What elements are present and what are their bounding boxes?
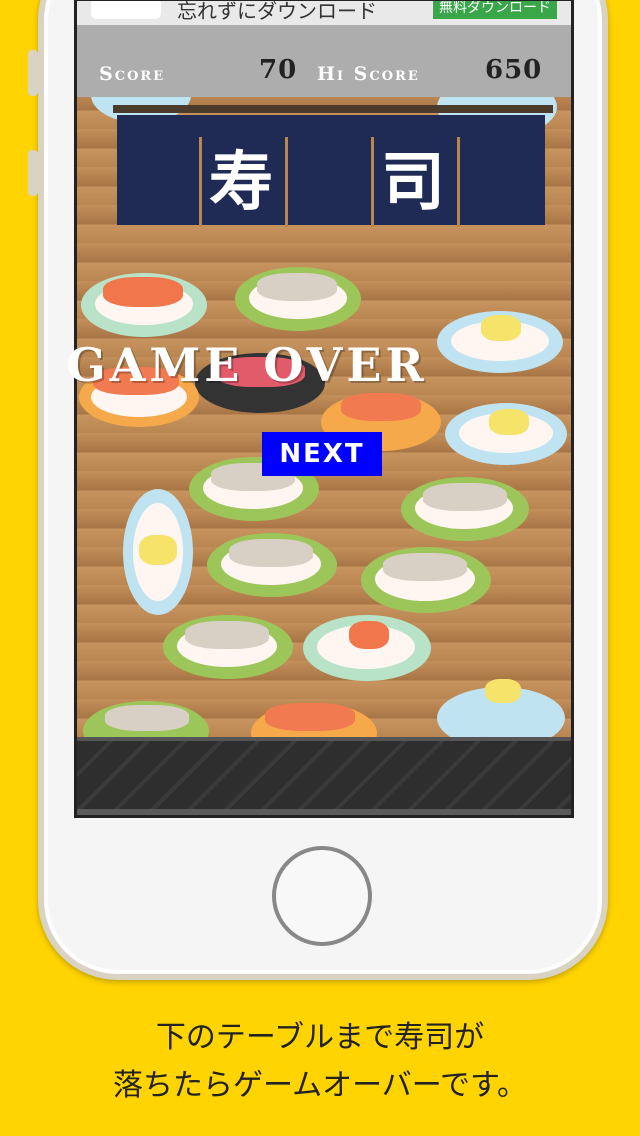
hiscore-label: Hi Score xyxy=(317,63,420,85)
sushi-plate xyxy=(401,477,529,541)
next-button[interactable]: NEXT xyxy=(262,432,382,476)
phone-side-button xyxy=(28,150,38,196)
sushi-plate xyxy=(163,615,293,679)
score-value: 70 xyxy=(259,55,298,85)
banner-kanji-sushi-2: 司 xyxy=(381,145,445,220)
counter-edge xyxy=(77,809,571,815)
broken-plate xyxy=(83,701,209,737)
noren-slit xyxy=(371,137,374,227)
phone-side-button xyxy=(28,50,38,96)
table-counter xyxy=(77,737,571,815)
caption-line-2: 落ちたらゲームオーバーです。 xyxy=(113,1068,527,1103)
ad-text: 忘れずにダウンロード xyxy=(177,1,377,23)
game-screen: 忘れずにダウンロード 無料ダウンロード Score 70 Hi Score 65… xyxy=(74,0,574,818)
sushi-plate xyxy=(207,533,337,597)
sushi-plate xyxy=(445,403,567,465)
wooden-table: 寿 司 xyxy=(77,97,571,737)
noren-slit xyxy=(457,137,460,227)
banner-kanji-sushi-1: 寿 xyxy=(209,145,273,220)
noren-curtain xyxy=(117,115,545,225)
sushi-plate xyxy=(81,273,207,337)
hiscore-value: 650 xyxy=(485,55,543,85)
caption-line-1: 下のテーブルまで寿司が xyxy=(155,1020,485,1055)
sushi-plate xyxy=(123,489,193,615)
score-bar: Score 70 Hi Score 650 xyxy=(77,25,571,97)
ad-banner[interactable]: 忘れずにダウンロード 無料ダウンロード xyxy=(77,1,571,25)
noren-slit xyxy=(199,137,202,227)
broken-plate xyxy=(437,679,565,737)
sushi-plate xyxy=(303,615,431,681)
ad-download-button[interactable]: 無料ダウンロード xyxy=(433,1,557,19)
home-button[interactable] xyxy=(272,846,372,946)
sushi-plate xyxy=(361,547,491,613)
game-over-text: GAME OVER xyxy=(66,338,428,392)
ad-logo xyxy=(91,1,161,19)
score-label: Score xyxy=(99,63,166,85)
sushi-plate xyxy=(235,267,361,331)
noren-rod xyxy=(113,105,553,113)
broken-plate xyxy=(251,703,377,737)
noren-slit xyxy=(285,137,288,227)
